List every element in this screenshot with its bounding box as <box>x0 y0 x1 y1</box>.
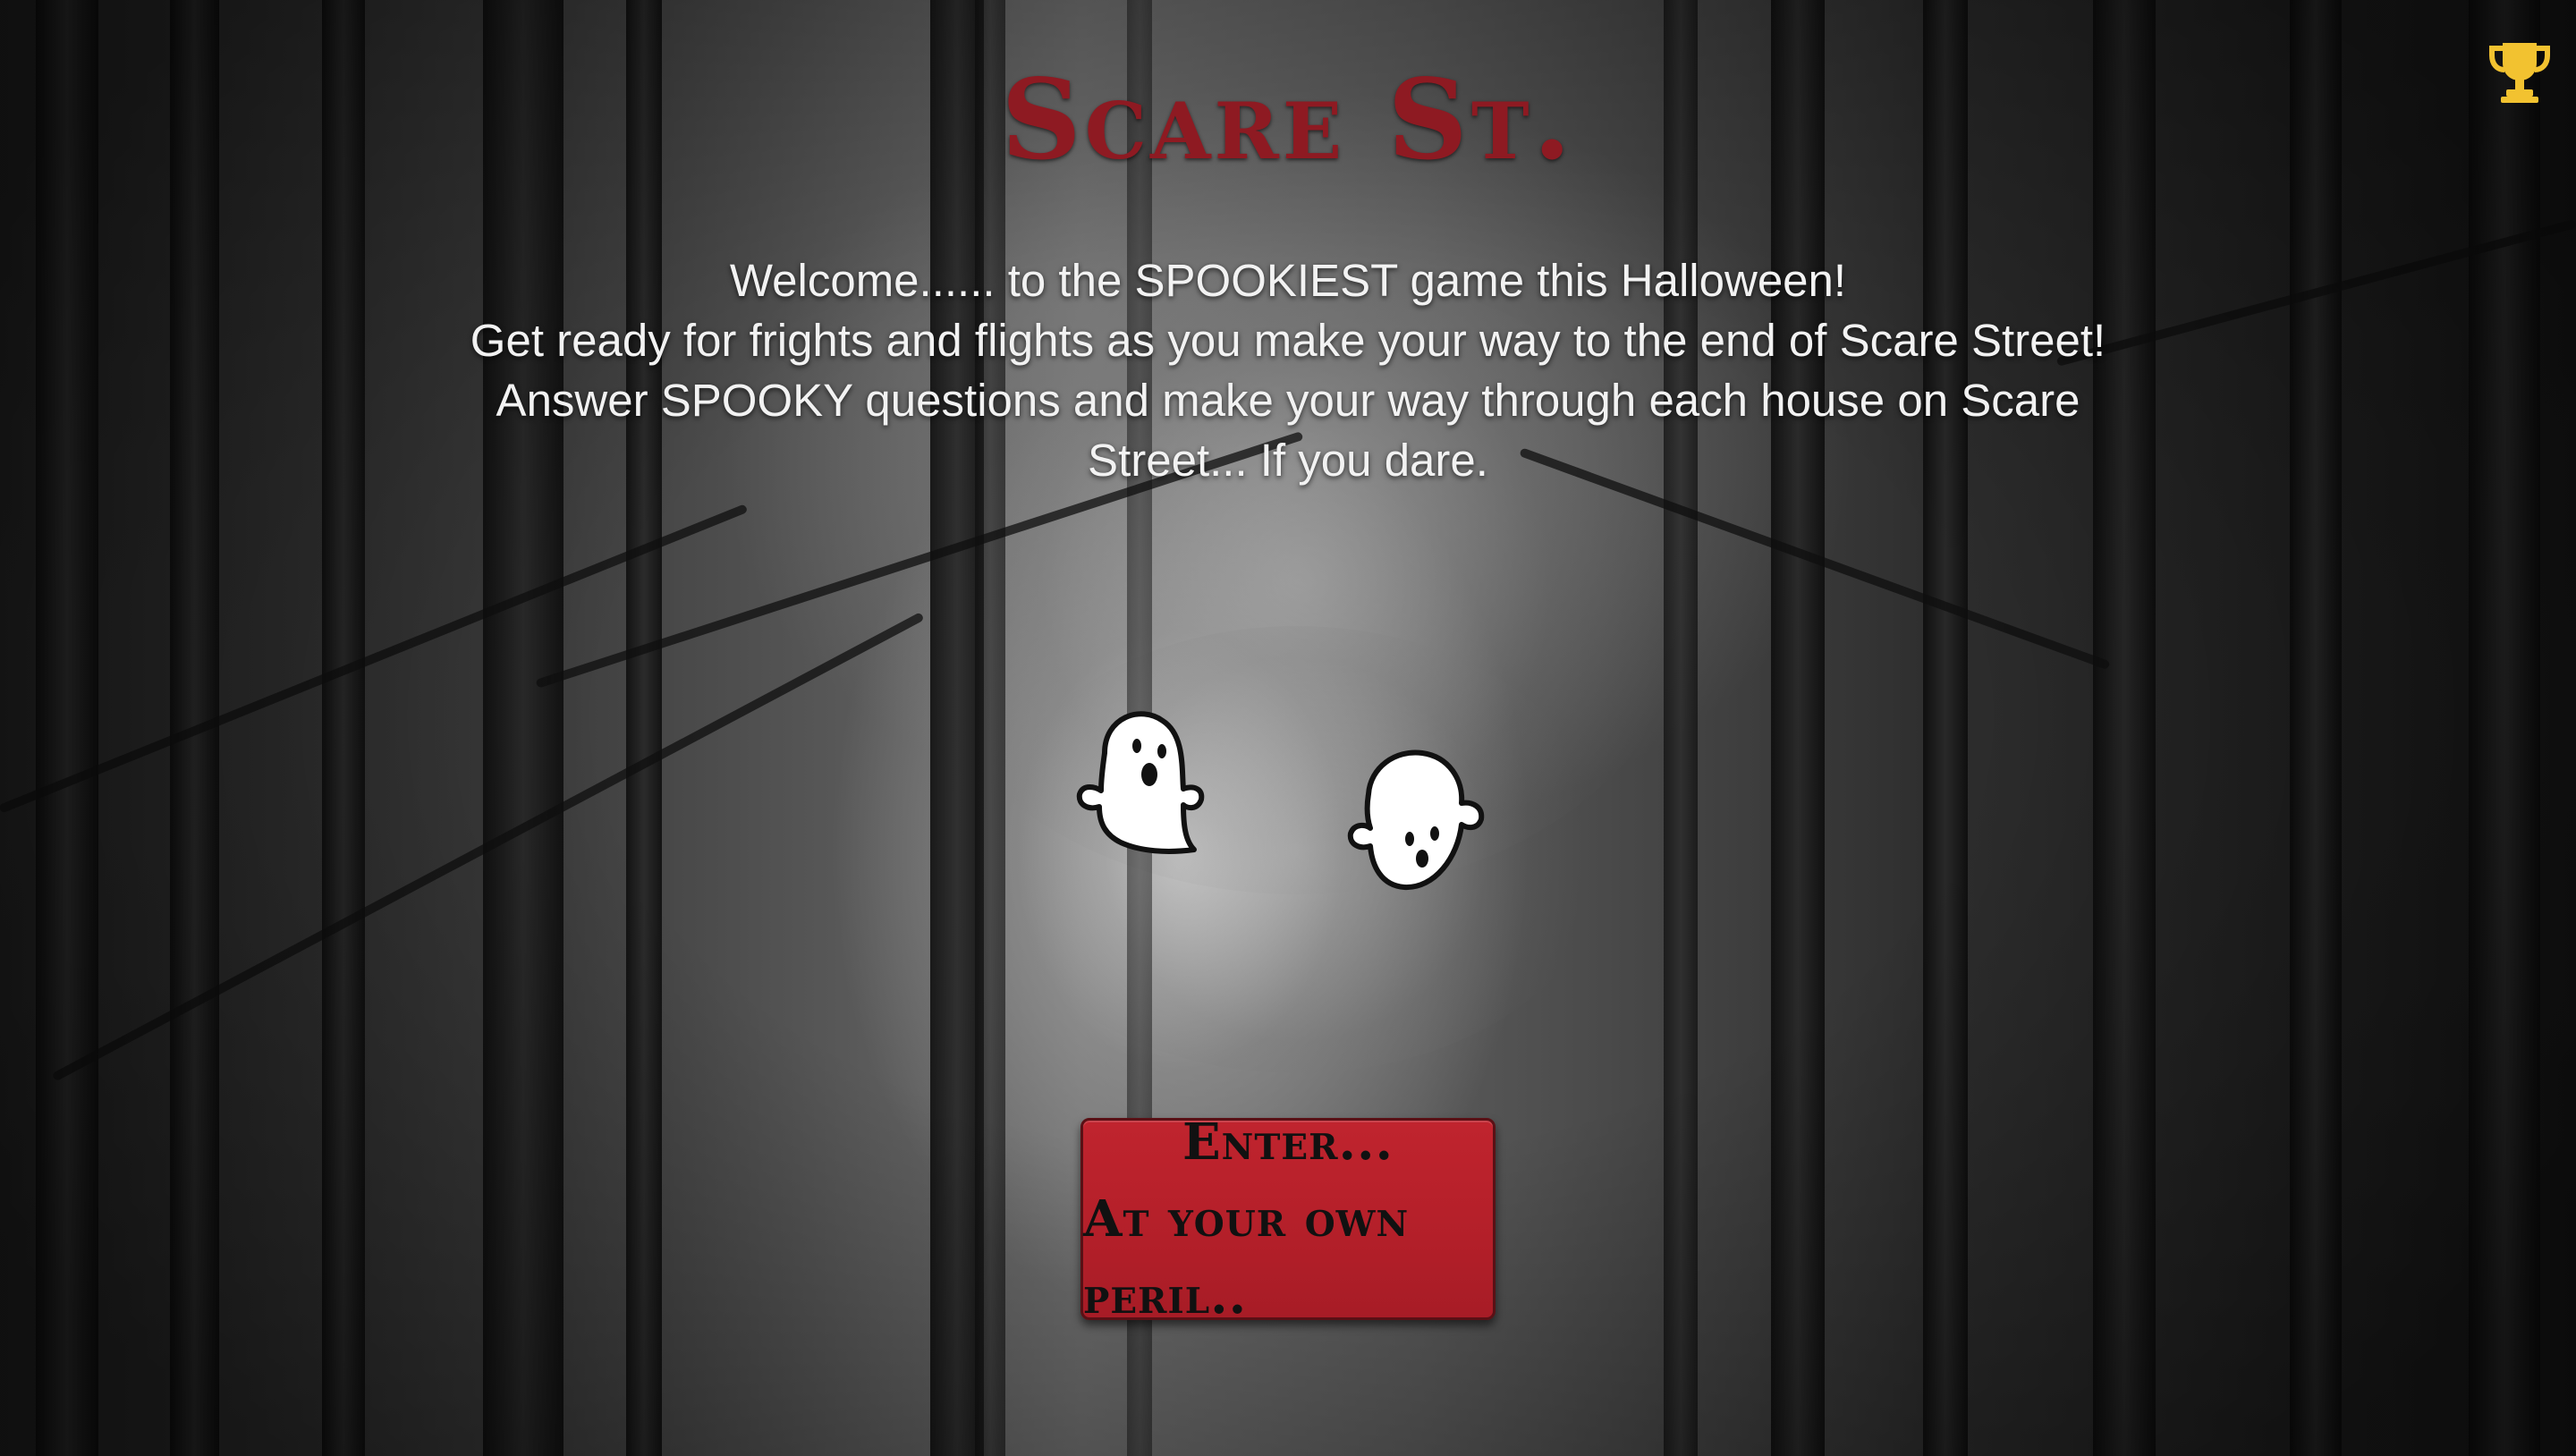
tree-trunk <box>2290 0 2342 1456</box>
ghost-left <box>1069 699 1212 860</box>
tree-trunk <box>975 0 1005 1456</box>
tree-trunk <box>2469 0 2540 1456</box>
tree-trunk <box>1664 0 1698 1456</box>
enter-button-label: Enter... <box>1182 1113 1394 1172</box>
intro-text: Welcome...... to the SPOOKIEST game this… <box>447 250 2129 490</box>
trophy-button[interactable] <box>2487 39 2553 104</box>
tree-trunk <box>483 0 564 1456</box>
enter-button-sublabel: At your own peril.. <box>1083 1189 1410 1325</box>
intro-line-instructions: Get ready for frights and flights as you… <box>470 315 2106 486</box>
tree-trunk <box>2093 0 2156 1456</box>
intro-line-welcome: Welcome...... to the SPOOKIEST game this… <box>729 255 1847 306</box>
tree-trunk <box>626 0 662 1456</box>
tree-trunk <box>1923 0 1968 1456</box>
tree-trunk <box>36 0 98 1456</box>
ghost-icon <box>1076 711 1205 854</box>
ghost-icon <box>1347 749 1485 891</box>
page-title: Scare St. <box>1001 55 1575 185</box>
tree-trunk <box>322 0 365 1456</box>
enter-button[interactable]: Enter... At your own peril.. <box>1080 1113 1496 1325</box>
ghost-right <box>1342 741 1494 902</box>
tree-trunk <box>1771 0 1825 1456</box>
trophy-icon <box>2489 43 2550 103</box>
